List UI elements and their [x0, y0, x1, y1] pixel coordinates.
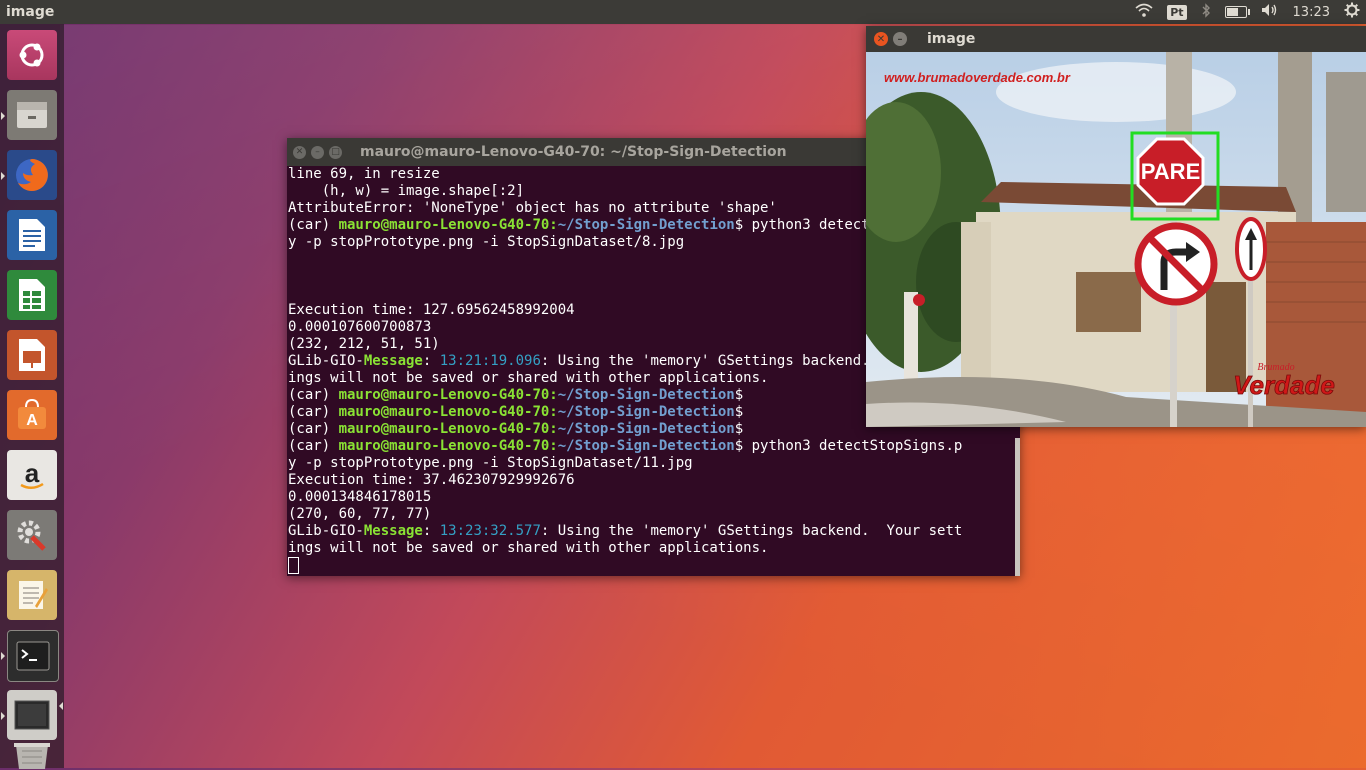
terminal-scrollbar[interactable] — [1015, 438, 1020, 576]
ubuntu-software-icon[interactable]: A — [7, 390, 57, 440]
ubuntu-dash-icon[interactable] — [7, 30, 57, 80]
glib-timestamp: 13:23:32.577 — [439, 523, 541, 539]
prompt-path: ~/Stop-Sign-Detection — [557, 217, 735, 233]
output-line: (270, 60, 77, 77) — [288, 506, 432, 522]
keyboard-layout-indicator[interactable]: Pt — [1167, 4, 1187, 20]
output-line: (232, 212, 51, 51) — [288, 336, 440, 352]
logo-text: Verdade — [1233, 370, 1335, 400]
stop-sign-text: PARE — [1141, 159, 1201, 184]
system-settings-icon[interactable] — [7, 510, 57, 560]
output-line: AttributeError: 'NoneType' object has no… — [288, 200, 777, 216]
output-line: line 69, in resize — [288, 166, 440, 182]
volume-icon[interactable] — [1261, 3, 1279, 21]
text-editor-icon[interactable] — [7, 570, 57, 620]
prompt-env: (car) — [288, 421, 339, 437]
glib-message-text: : Using the 'memory' GSettings backend. … — [540, 523, 963, 539]
prompt-env: (car) — [288, 387, 339, 403]
glib-message-label: Message — [363, 523, 423, 539]
active-app-title: image — [6, 4, 55, 20]
glib-message-text-continued: ings will not be saved or shared with ot… — [288, 370, 769, 386]
watermark-url: www.brumadoverdade.com.br — [884, 70, 1071, 85]
prompt-path: ~/Stop-Sign-Detection — [557, 421, 735, 437]
wifi-icon[interactable] — [1135, 3, 1153, 21]
svg-text:a: a — [25, 458, 40, 488]
prompt-env: (car) — [288, 217, 339, 233]
launcher: A a — [0, 24, 64, 770]
battery-icon[interactable] — [1224, 6, 1250, 18]
clock[interactable]: 13:23 — [1293, 5, 1330, 20]
close-button[interactable]: ✕ — [293, 145, 306, 159]
glib-prefix: GLib-GIO- — [288, 523, 364, 539]
street-photo: PARE www.brumadoverdade.com.br Brumado V… — [866, 52, 1366, 427]
output-line: Execution time: 127.69562458992004 — [288, 302, 575, 318]
libreoffice-impress-icon[interactable] — [7, 330, 57, 380]
system-tray: Pt 13:23 — [1135, 0, 1360, 24]
command: python3 detectStopSigns.p — [743, 438, 963, 454]
prompt-user-host: mauro@mauro-Lenovo-G40-70 — [338, 217, 550, 233]
top-panel: image Pt 13:23 — [0, 0, 1366, 24]
prompt-user-host: mauro@mauro-Lenovo-G40-70 — [338, 387, 550, 403]
svg-text:A: A — [26, 412, 38, 429]
image-window-title: image — [927, 31, 976, 47]
prompt-user-host: mauro@mauro-Lenovo-G40-70 — [338, 438, 550, 454]
terminal-icon[interactable] — [7, 630, 59, 682]
files-icon[interactable] — [7, 90, 57, 140]
prompt-user-host: mauro@mauro-Lenovo-G40-70 — [338, 404, 550, 420]
libreoffice-writer-icon[interactable] — [7, 210, 57, 260]
prompt-user-host: mauro@mauro-Lenovo-G40-70 — [338, 421, 550, 437]
glib-timestamp: 13:21:19.096 — [439, 353, 541, 369]
prompt-env: (car) — [288, 438, 339, 454]
output-line: (h, w) = image.shape[:2] — [288, 183, 525, 199]
prompt-path: ~/Stop-Sign-Detection — [557, 438, 735, 454]
close-button[interactable]: ✕ — [874, 32, 888, 46]
text-cursor — [288, 557, 299, 574]
amazon-icon[interactable]: a — [7, 450, 57, 500]
command-continued: y -p stopPrototype.png -i StopSignDatase… — [288, 234, 685, 250]
output-line: 0.000134846178015 — [288, 489, 432, 505]
bluetooth-icon[interactable] — [1201, 2, 1211, 22]
output-line: 0.000107600700873 — [288, 319, 432, 335]
image-window-titlebar[interactable]: ✕ – image — [866, 26, 1366, 52]
command-continued: y -p stopPrototype.png -i StopSignDatase… — [288, 455, 693, 471]
trash-icon[interactable] — [7, 740, 57, 770]
prompt-path: ~/Stop-Sign-Detection — [557, 404, 735, 420]
image-window-icon[interactable] — [7, 690, 57, 740]
glib-message-label: Message — [363, 353, 423, 369]
libreoffice-calc-icon[interactable] — [7, 270, 57, 320]
terminal-title: mauro@mauro-Lenovo-G40-70: ~/Stop-Sign-D… — [360, 144, 787, 160]
glib-prefix: GLib-GIO- — [288, 353, 364, 369]
maximize-button[interactable]: □ — [329, 145, 342, 159]
minimize-button[interactable]: – — [311, 145, 324, 159]
prompt-path: ~/Stop-Sign-Detection — [557, 387, 735, 403]
output-line: Execution time: 37.462307929992676 — [288, 472, 575, 488]
firefox-icon[interactable] — [7, 150, 57, 200]
glib-message-text-continued: ings will not be saved or shared with ot… — [288, 540, 769, 556]
image-window[interactable]: ✕ – image PARE www.brumadoverdade.com.br… — [866, 26, 1366, 427]
gear-icon[interactable] — [1344, 2, 1360, 22]
prompt-env: (car) — [288, 404, 339, 420]
minimize-button[interactable]: – — [893, 32, 907, 46]
